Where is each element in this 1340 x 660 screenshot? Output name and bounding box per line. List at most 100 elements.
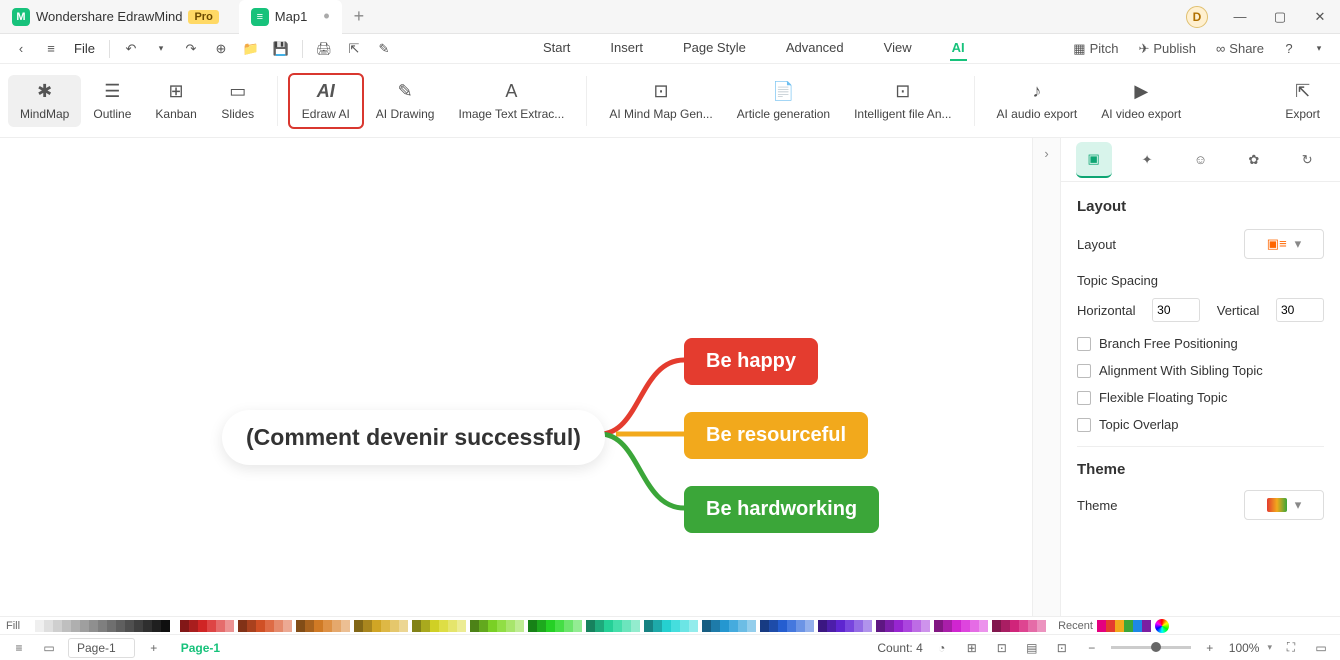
file-menu[interactable]: File [68, 41, 101, 56]
horizontal-input[interactable] [1152, 298, 1200, 322]
ribbon-edraw-ai[interactable]: AI Edraw AI [288, 73, 364, 129]
tab-advanced[interactable]: Advanced [784, 36, 846, 61]
gray-swatches[interactable] [26, 620, 170, 632]
zoom-slider[interactable] [1111, 646, 1191, 649]
document-tab[interactable]: ≡ Map1 • [239, 0, 342, 34]
share-button[interactable]: ∞Share [1208, 41, 1272, 56]
statusbar: ≡ ▭ Page-1 + Page-1 Count: 4 ◔ ⊞ ⊡ ▤ ⊡ −… [0, 634, 1340, 660]
help-dropdown-icon[interactable]: ▾ [1306, 37, 1332, 61]
minimize-button[interactable]: — [1220, 0, 1260, 34]
child-topic-3[interactable]: Be hardworking [684, 486, 879, 533]
recent-swatches[interactable] [1097, 620, 1151, 632]
close-button[interactable]: ✕ [1300, 0, 1340, 34]
presentation-icon[interactable]: ▭ [1310, 638, 1332, 658]
page-dropdown[interactable]: Page-1 [68, 638, 135, 658]
app-tab[interactable]: M Wondershare EdrawMind Pro [0, 0, 231, 34]
right-panel: ▣ ✦ ☺ ✿ ↻ Layout Layout ▣≡ ▾ Topic Spaci… [1060, 138, 1340, 616]
panel-tab-history[interactable]: ↻ [1289, 142, 1325, 178]
vertical-input[interactable] [1276, 298, 1324, 322]
child-topic-1[interactable]: Be happy [684, 338, 818, 385]
ribbon-article-gen[interactable]: 📄Article generation [725, 75, 842, 127]
horizontal-label: Horizontal [1077, 303, 1136, 318]
branch-free-checkbox[interactable]: Branch Free Positioning [1077, 336, 1324, 351]
checkbox-icon [1077, 391, 1091, 405]
canvas[interactable]: (Comment devenir successful) Be happy Be… [0, 138, 1032, 616]
panel-tab-clipart[interactable]: ✿ [1236, 142, 1272, 178]
zoom-in-button[interactable]: + [1199, 638, 1221, 658]
layout-select[interactable]: ▣≡ ▾ [1244, 229, 1324, 259]
view-3-icon[interactable]: ⊡ [991, 638, 1013, 658]
pitch-button[interactable]: ▦Pitch [1065, 41, 1126, 57]
undo-button[interactable]: ↶ [118, 37, 144, 61]
ribbon-mindmap[interactable]: ✱MindMap [8, 75, 81, 127]
save-button[interactable]: 💾 [268, 37, 294, 61]
kanban-icon: ⊞ [165, 81, 187, 103]
color-picker-icon[interactable] [1155, 619, 1169, 633]
export-quick-button[interactable]: ⇱ [341, 37, 367, 61]
view-5-icon[interactable]: ⊡ [1051, 638, 1073, 658]
checkbox-icon [1077, 337, 1091, 351]
maximize-button[interactable]: ▢ [1260, 0, 1300, 34]
open-button[interactable]: 📁 [238, 37, 264, 61]
undo-dropdown-icon[interactable]: ▾ [148, 37, 174, 61]
color-swatches[interactable] [180, 620, 1050, 632]
ribbon-image-text[interactable]: AImage Text Extrac... [446, 75, 576, 127]
view-4-icon[interactable]: ▤ [1021, 638, 1043, 658]
view-1-icon[interactable]: ◔ [931, 638, 953, 658]
fit-screen-icon[interactable]: ⛶ [1280, 638, 1302, 658]
ribbon-ai-drawing[interactable]: ✎AI Drawing [364, 75, 447, 127]
branch-free-label: Branch Free Positioning [1099, 336, 1238, 351]
ribbon-ai-audio[interactable]: ♪AI audio export [985, 75, 1090, 127]
tab-view[interactable]: View [882, 36, 914, 61]
help-button[interactable]: ? [1276, 37, 1302, 61]
publish-button[interactable]: ✈Publish [1130, 41, 1204, 57]
ribbon-export[interactable]: ⇱Export [1273, 75, 1332, 127]
ribbon-edraw-ai-label: Edraw AI [302, 107, 350, 121]
alignment-checkbox[interactable]: Alignment With Sibling Topic [1077, 363, 1324, 378]
avatar[interactable]: D [1186, 6, 1208, 28]
tab-insert[interactable]: Insert [608, 36, 645, 61]
fullscreen-icon[interactable]: ▭ [38, 638, 60, 658]
share-icon: ∞ [1216, 41, 1225, 56]
panel-tab-icon[interactable]: ☺ [1182, 142, 1218, 178]
zoom-out-button[interactable]: − [1081, 638, 1103, 658]
tab-ai[interactable]: AI [950, 36, 967, 61]
ribbon-intelligent-file[interactable]: ⊡Intelligent file An... [842, 75, 963, 127]
ribbon-ai-audio-label: AI audio export [997, 107, 1078, 121]
outline-view-icon[interactable]: ≡ [8, 638, 30, 658]
ribbon-kanban[interactable]: ⊞Kanban [143, 75, 208, 127]
new-tab-button[interactable]: + [342, 6, 377, 27]
share-quick-button[interactable]: ✎ [371, 37, 397, 61]
menu-icon[interactable]: ≡ [38, 37, 64, 61]
layout-heading: Layout [1077, 198, 1324, 215]
ribbon-ai-mindmap[interactable]: ⊡AI Mind Map Gen... [597, 75, 724, 127]
page-tab[interactable]: Page-1 [173, 641, 228, 655]
panel-tab-style[interactable]: ✦ [1129, 142, 1165, 178]
theme-select[interactable]: ▾ [1244, 490, 1324, 520]
menubar: ‹ ≡ File ↶ ▾ ↷ ⊕ 📁 💾 🖨 ⇱ ✎ Start Insert … [0, 34, 1340, 64]
right-panel-collapse[interactable]: › [1032, 138, 1060, 616]
back-button[interactable]: ‹ [8, 37, 34, 61]
panel-tab-layout[interactable]: ▣ [1076, 142, 1112, 178]
print-button[interactable]: 🖨 [311, 37, 337, 61]
root-topic[interactable]: (Comment devenir successful) [222, 410, 605, 465]
ribbon-outline-label: Outline [93, 107, 131, 121]
child-topic-2[interactable]: Be resourceful [684, 412, 868, 459]
ribbon-outline[interactable]: ☰Outline [81, 75, 143, 127]
flexible-checkbox[interactable]: Flexible Floating Topic [1077, 390, 1324, 405]
tab-page-style[interactable]: Page Style [681, 36, 748, 61]
ai-drawing-icon: ✎ [394, 81, 416, 103]
new-button[interactable]: ⊕ [208, 37, 234, 61]
redo-button[interactable]: ↷ [178, 37, 204, 61]
slides-icon: ▭ [227, 81, 249, 103]
overlap-checkbox[interactable]: Topic Overlap [1077, 417, 1324, 432]
ribbon-ai-video[interactable]: ▶AI video export [1089, 75, 1193, 127]
edraw-ai-icon: AI [315, 81, 337, 103]
add-page-button[interactable]: + [143, 638, 165, 658]
tab-start[interactable]: Start [541, 36, 572, 61]
ribbon-slides[interactable]: ▭Slides [209, 75, 267, 127]
colorbar: Fill Recent [0, 616, 1340, 634]
layout-label: Layout [1077, 237, 1116, 252]
doc-title: Map1 [275, 9, 308, 24]
view-2-icon[interactable]: ⊞ [961, 638, 983, 658]
